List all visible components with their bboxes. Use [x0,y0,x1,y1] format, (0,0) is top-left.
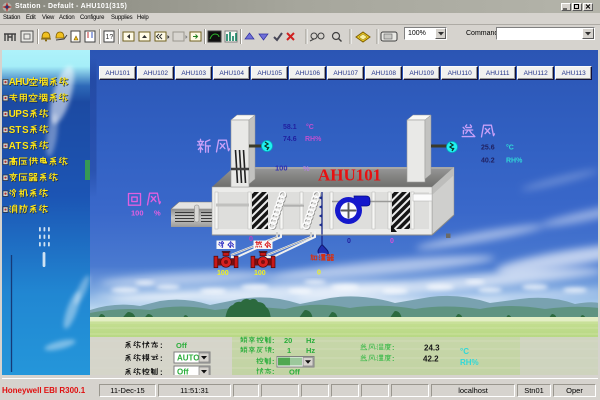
svg-text:20: 20 [284,336,292,345]
svg-text:42.2: 42.2 [423,355,439,364]
svg-text:°C: °C [460,347,469,356]
svg-text::: : [160,354,163,363]
svg-text::: : [272,346,275,355]
svg-text::: : [272,357,275,366]
svg-text::: : [272,336,275,345]
svg-text:AUTO: AUTO [177,354,200,363]
svg-text::: : [392,343,395,352]
svg-text::: : [392,354,395,363]
svg-text:Off: Off [176,341,187,350]
svg-text:Hz: Hz [306,336,315,345]
svg-text:Hz: Hz [306,346,315,355]
svg-text:1: 1 [287,346,291,355]
svg-text:RH%: RH% [460,358,479,367]
svg-text:24.3: 24.3 [424,344,440,353]
svg-text::: : [160,341,163,350]
